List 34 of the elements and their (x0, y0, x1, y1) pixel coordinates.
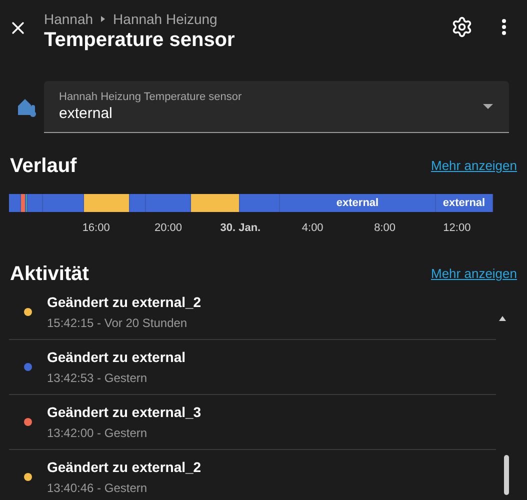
scroll-up-icon[interactable] (499, 316, 506, 320)
event-time: 13:42:53 - Gestern (47, 370, 148, 386)
scrollbar-thumb[interactable] (504, 454, 509, 494)
axis-tick-label: 20:00 (153, 221, 184, 236)
section-title: Verlauf (10, 154, 77, 179)
field-value: external (59, 104, 114, 124)
settings-icon (451, 16, 473, 38)
dropdown-caret-icon (483, 104, 493, 109)
settings-button[interactable] (451, 16, 473, 38)
timeline-segment: external (436, 194, 493, 212)
axis-tick-label: 4:00 (300, 221, 324, 236)
axis-tick-label: 16:00 (81, 221, 111, 236)
chevron-icon (99, 15, 108, 23)
axis-tick-label: 30. Jan. (219, 221, 262, 236)
breadcrumb-item: Hannah Heizung (113, 10, 218, 28)
axis-tick-label: 12:00 (442, 221, 472, 236)
event-text: Geändert zu external_3 (47, 402, 202, 422)
more-dots-icon (502, 19, 506, 35)
house-thermometer-icon (17, 96, 37, 118)
axis-tick-label: 8:00 (373, 221, 396, 236)
select-field[interactable]: Hannah Heizung Temperature sensor external (44, 81, 509, 133)
event-time: 15:42:15 - Vor 20 Stunden (47, 314, 188, 332)
field-label: Hannah Heizung Temperature sensor (59, 90, 242, 104)
show-more-link[interactable]: Mehr anzeigen (431, 156, 517, 176)
event-time: 13:42:00 - Gestern (47, 424, 148, 442)
event-text: Geändert zu external (47, 348, 186, 366)
event-text: Geändert zu external_2 (47, 292, 202, 312)
show-more-link[interactable]: Mehr anzeigen (431, 264, 517, 284)
breadcrumb-item: Hannah (44, 10, 94, 28)
event-text: Geändert zu external_2 (47, 458, 202, 476)
dialog-title: Temperature sensor (44, 28, 235, 52)
section-title: Aktivität (10, 262, 89, 286)
event-time: 13:40:46 - Gestern (47, 480, 148, 496)
timeline-segment: external (280, 194, 436, 212)
